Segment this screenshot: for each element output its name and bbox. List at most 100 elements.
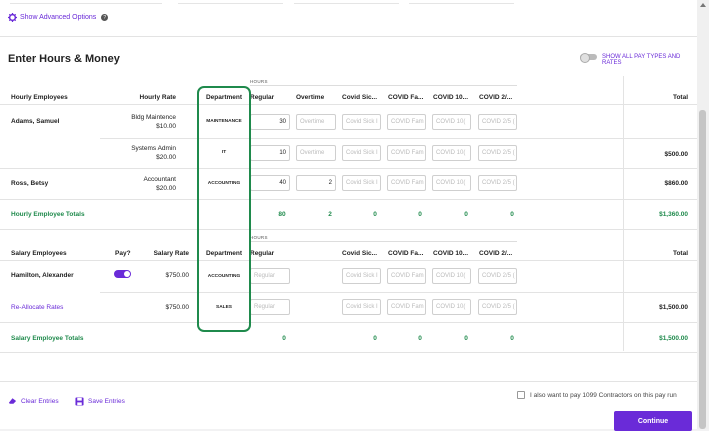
salary-grand-total: $1,500.00: [659, 335, 688, 342]
rate-title: Accountant: [143, 176, 176, 183]
covid-10-input[interactable]: COVID 10(: [432, 145, 471, 161]
employee-name: Adams, Samuel: [11, 118, 60, 125]
col-covid-2: COVID 2/...: [479, 94, 513, 101]
rate-title: Bldg Maintence: [131, 114, 176, 121]
covid-sick-input[interactable]: Covid Sick I: [342, 114, 381, 130]
total-regular: 0: [282, 335, 286, 342]
col-covid-10: COVID 10...: [433, 250, 469, 257]
col-covid-2: COVID 2/...: [479, 250, 513, 257]
col-covid-sick: Covid Sic...: [342, 250, 378, 257]
top-card-edge: [178, 0, 283, 4]
overtime-input[interactable]: Overtime: [296, 145, 336, 161]
covid-sick-input[interactable]: Covid Sick I: [342, 299, 381, 315]
pay-contractors-checkbox[interactable]: [517, 391, 525, 399]
col-pay: Pay?: [115, 250, 131, 257]
covid-family-input[interactable]: COVID Fam: [387, 114, 426, 130]
col-regular: Regular: [250, 94, 275, 101]
hours-group-line: [250, 85, 517, 86]
clear-entries-button[interactable]: Clear Entries: [8, 397, 59, 405]
covid-sick-input[interactable]: Covid Sick I: [342, 268, 381, 284]
overtime-input[interactable]: 2: [296, 175, 336, 191]
col-overtime: Overtime: [296, 94, 325, 101]
covid-2-input[interactable]: COVID 2/5 (: [478, 268, 517, 284]
covid-10-input[interactable]: COVID 10(: [432, 114, 471, 130]
covid-family-input[interactable]: COVID Fam: [387, 268, 426, 284]
divider: [0, 229, 697, 230]
covid-family-input[interactable]: COVID Fam: [387, 145, 426, 161]
covid-10-input[interactable]: COVID 10(: [432, 175, 471, 191]
col-salary-rate: Salary Rate: [153, 250, 189, 257]
re-allocate-rates-link[interactable]: Re-Allocate Rates: [11, 304, 63, 311]
regular-hours-input[interactable]: 10: [250, 145, 290, 161]
covid-2-input[interactable]: COVID 2/5 (: [478, 114, 517, 130]
total-covid-10: 0: [464, 335, 468, 342]
regular-hours-input[interactable]: 30: [250, 114, 290, 130]
total-covid-sick: 0: [373, 335, 377, 342]
regular-hours-input[interactable]: 40: [250, 175, 290, 191]
divider: [0, 260, 697, 261]
show-all-pay-types-toggle[interactable]: [580, 53, 597, 63]
continue-button[interactable]: Continue: [614, 411, 692, 431]
divider: [0, 322, 697, 323]
gear-icon: [8, 13, 17, 22]
regular-input[interactable]: Regular: [250, 268, 290, 284]
total-covid-2: 0: [510, 211, 514, 218]
regular-input[interactable]: Regular: [250, 299, 290, 315]
total-regular: 80: [278, 211, 286, 218]
scroll-up-icon[interactable]: [700, 3, 706, 7]
col-total: Total: [672, 94, 688, 101]
employee-name: Hamilton, Alexander: [11, 272, 74, 279]
divider: [0, 352, 697, 353]
pay-toggle[interactable]: [114, 270, 131, 278]
covid-10-input[interactable]: COVID 10(: [432, 268, 471, 284]
save-icon: [75, 397, 84, 406]
col-covid-family: COVID Fa...: [388, 94, 424, 101]
department-column-highlight: [197, 86, 251, 332]
show-all-pay-types-label[interactable]: SHOW ALL PAY TYPES AND RATES: [602, 54, 697, 66]
show-advanced-options-label: Show Advanced Options: [20, 14, 97, 21]
rate-title: Systems Admin: [131, 145, 176, 152]
total-covid-family: 0: [418, 211, 422, 218]
covid-sick-input[interactable]: Covid Sick I: [342, 145, 381, 161]
hours-group-label: HOURS: [250, 235, 268, 240]
salary-rate-value: $750.00: [165, 272, 190, 279]
total-covid-family: 0: [418, 335, 422, 342]
col-salary-employees: Salary Employees: [11, 250, 67, 257]
salary-totals-label: Salary Employee Totals: [11, 335, 84, 342]
covid-2-input[interactable]: COVID 2/5 (: [478, 175, 517, 191]
covid-sick-input[interactable]: Covid Sick I: [342, 175, 381, 191]
col-hourly-employees: Hourly Employees: [11, 94, 68, 101]
help-icon[interactable]: ?: [101, 14, 109, 21]
row-total: $860.00: [664, 180, 689, 187]
col-covid-sick: Covid Sic...: [342, 94, 378, 101]
overtime-input[interactable]: Overtime: [296, 114, 336, 130]
covid-family-input[interactable]: COVID Fam: [387, 299, 426, 315]
clear-entries-label: Clear Entries: [21, 397, 59, 405]
payroll-page: Show Advanced Options ? Enter Hours & Mo…: [0, 0, 697, 431]
eraser-icon: [8, 398, 17, 404]
covid-2-input[interactable]: COVID 2/5 (: [478, 145, 517, 161]
divider: [0, 199, 697, 200]
show-advanced-options-link[interactable]: Show Advanced Options ?: [8, 13, 109, 22]
divider: [0, 36, 697, 37]
col-covid-family: COVID Fa...: [388, 250, 424, 257]
total-overtime: 2: [328, 211, 332, 218]
total-covid-sick: 0: [373, 211, 377, 218]
row-total: $1,500.00: [659, 304, 688, 311]
scrollbar-thumb[interactable]: [699, 110, 706, 429]
section-title: Enter Hours & Money: [8, 53, 120, 65]
row-total: $500.00: [664, 151, 689, 158]
rate-value: $20.00: [156, 154, 176, 161]
divider: [0, 104, 697, 105]
col-regular: Regular: [250, 250, 275, 257]
employee-name: Ross, Betsy: [11, 180, 49, 187]
top-card-edge: [409, 0, 514, 4]
save-entries-button[interactable]: Save Entries: [75, 397, 125, 406]
covid-2-input[interactable]: COVID 2/5 (: [478, 299, 517, 315]
rate-value: $20.00: [156, 185, 176, 192]
covid-family-input[interactable]: COVID Fam: [387, 175, 426, 191]
rate-value: $10.00: [156, 123, 176, 130]
save-entries-label: Save Entries: [88, 398, 125, 405]
covid-10-input[interactable]: COVID 10(: [432, 299, 471, 315]
divider: [0, 168, 697, 169]
